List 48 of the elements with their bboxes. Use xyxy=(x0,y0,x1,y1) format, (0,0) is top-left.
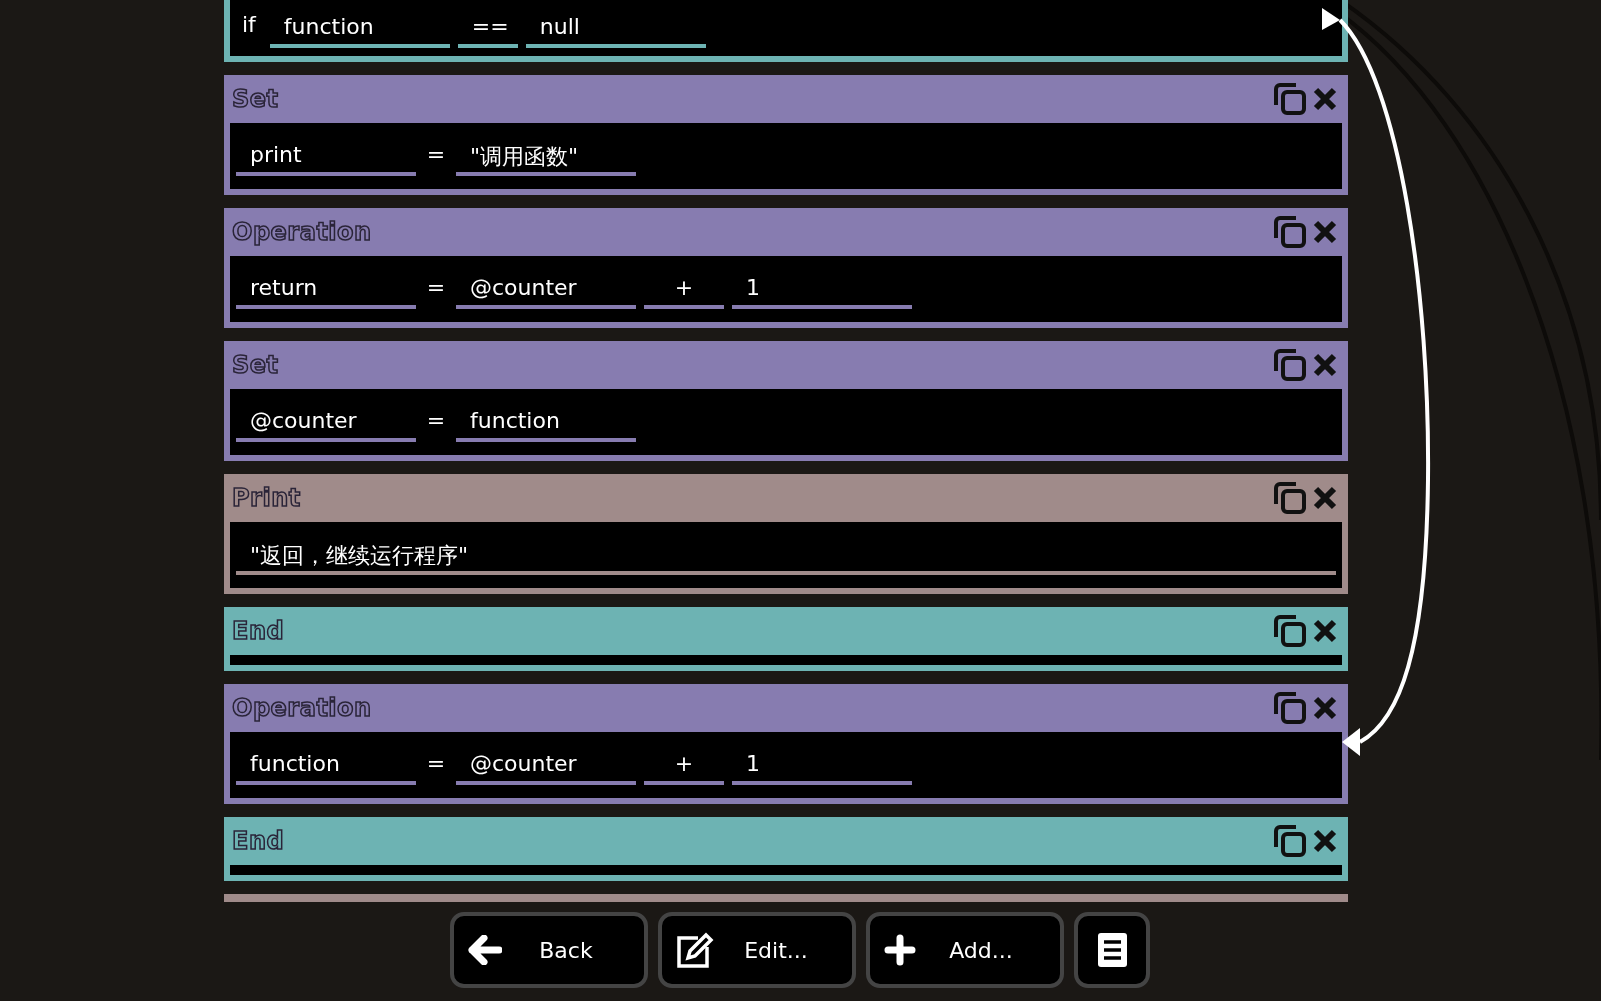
back-button[interactable]: Back xyxy=(450,912,648,988)
value-field[interactable]: @counter xyxy=(456,269,636,309)
value-field[interactable]: @counter xyxy=(236,402,416,442)
copy-icon[interactable] xyxy=(1272,214,1308,250)
copy-icon[interactable] xyxy=(1272,690,1308,726)
copy-icon[interactable] xyxy=(1272,613,1308,649)
edit-button[interactable]: Edit... xyxy=(658,912,856,988)
value-field[interactable]: null xyxy=(525,8,706,48)
value-field[interactable]: 1 xyxy=(732,745,912,785)
value-field[interactable]: function xyxy=(269,8,450,48)
operator-symbol: = xyxy=(425,141,447,169)
list-button[interactable] xyxy=(1074,912,1150,988)
value-field[interactable]: return xyxy=(236,269,416,309)
add-button[interactable]: Add... xyxy=(866,912,1064,988)
close-icon[interactable] xyxy=(1312,618,1338,644)
block-title: End xyxy=(232,617,285,645)
copy-icon[interactable] xyxy=(1272,480,1308,516)
close-icon[interactable] xyxy=(1312,219,1338,245)
close-icon[interactable] xyxy=(1312,86,1338,112)
arrow-left-icon xyxy=(468,935,502,965)
close-icon[interactable] xyxy=(1312,695,1338,721)
operator-symbol: = xyxy=(425,274,447,302)
copy-icon[interactable] xyxy=(1272,823,1308,859)
close-icon[interactable] xyxy=(1312,828,1338,854)
operator-symbol: = xyxy=(425,407,447,435)
operator-symbol: = xyxy=(425,750,447,778)
value-field[interactable]: @counter xyxy=(456,745,636,785)
value-field[interactable]: print xyxy=(236,136,416,176)
if-keyword: if xyxy=(241,11,258,39)
copy-icon[interactable] xyxy=(1272,81,1308,117)
value-field[interactable]: + xyxy=(644,269,724,309)
copy-icon[interactable] xyxy=(1272,347,1308,383)
value-field[interactable]: "调用函数" xyxy=(456,136,636,176)
close-icon[interactable] xyxy=(1312,485,1338,511)
value-field[interactable]: 1 xyxy=(732,269,912,309)
value-field[interactable]: + xyxy=(644,745,724,785)
block-title: Set xyxy=(232,85,279,113)
block-title: Print xyxy=(232,484,301,512)
value-field[interactable]: function xyxy=(456,402,636,442)
block-title: Operation xyxy=(232,218,372,246)
plus-icon xyxy=(884,934,916,966)
block-title: End xyxy=(232,827,285,855)
pencil-icon xyxy=(676,931,714,969)
value-field[interactable]: function xyxy=(236,745,416,785)
block-title: Set xyxy=(232,351,279,379)
value-field[interactable]: == xyxy=(457,8,518,48)
close-icon[interactable] xyxy=(1312,352,1338,378)
block-title: Operation xyxy=(232,694,372,722)
